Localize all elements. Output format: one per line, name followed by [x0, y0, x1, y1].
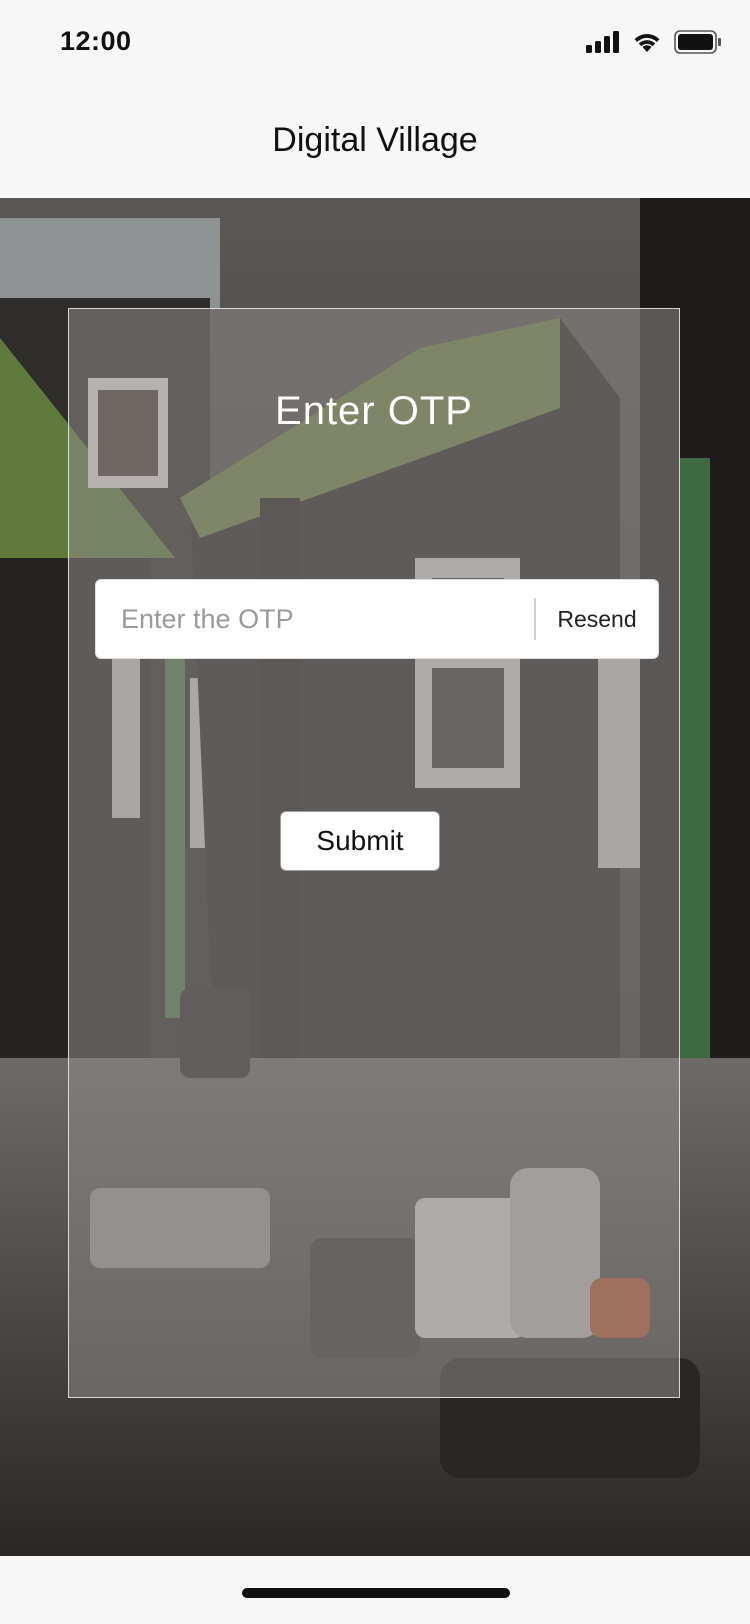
battery-icon [674, 30, 722, 59]
page-title: Digital Village [272, 120, 478, 159]
otp-input[interactable] [96, 580, 534, 658]
otp-card: Enter OTP Resend Submit [68, 308, 680, 1398]
cellular-signal-icon [586, 31, 620, 58]
status-bar: 12:00 [0, 0, 750, 90]
submit-button[interactable]: Submit [280, 811, 440, 871]
home-indicator[interactable] [242, 1588, 510, 1598]
status-icons [586, 30, 722, 59]
navigation-bar: Digital Village [0, 90, 750, 198]
bottom-bar [0, 1556, 750, 1624]
wifi-icon [632, 31, 662, 58]
resend-button[interactable]: Resend [536, 580, 658, 658]
background-image: Enter OTP Resend Submit [0, 198, 750, 1556]
otp-input-group: Resend [95, 579, 659, 659]
status-time: 12:00 [60, 26, 132, 56]
card-title: Enter OTP [275, 389, 473, 433]
